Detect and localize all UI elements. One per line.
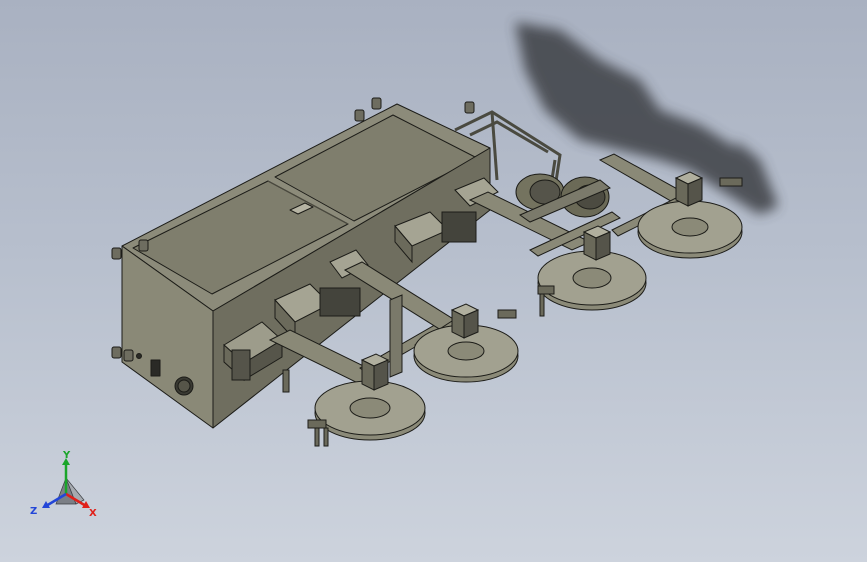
triad-z-label: Z: [30, 506, 37, 517]
indicator-light: [136, 353, 142, 359]
cad-viewport[interactable]: Y X Z: [0, 0, 867, 562]
triad-graphic: Y X Z: [30, 450, 97, 519]
triad-y-label: Y: [62, 450, 71, 461]
triad-x-label: X: [89, 508, 97, 519]
cabinet[interactable]: [121, 103, 491, 429]
view-orientation-triad[interactable]: Y X Z: [28, 448, 108, 528]
power-switch[interactable]: [150, 359, 161, 377]
cad-model-scene[interactable]: [0, 0, 867, 562]
